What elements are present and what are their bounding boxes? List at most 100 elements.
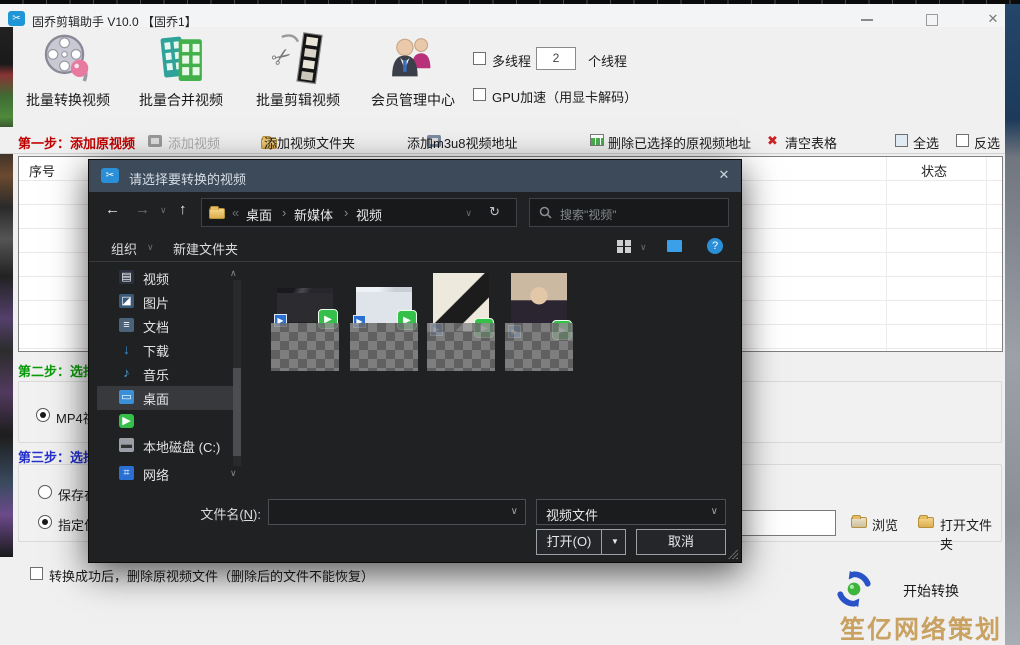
close-button[interactable]: ✕ (978, 10, 1008, 27)
file-type-dropdown-icon[interactable]: ∨ (711, 506, 718, 517)
open-folder-button[interactable]: 打开文件夹 (940, 515, 1001, 553)
resize-grip[interactable] (728, 549, 738, 559)
blurred-filename (505, 323, 573, 371)
window-title: 固乔剪辑助手 V10.0 【固乔1】 (32, 13, 197, 30)
start-convert-button[interactable]: 开始转换 (830, 568, 1000, 613)
breadcrumb-separator: › (276, 205, 292, 220)
film-merge-icon (125, 30, 237, 88)
batch-merge-button[interactable]: 批量合并视频 (125, 30, 237, 126)
sidebar-label: 下载 (143, 341, 169, 360)
up-icon[interactable]: ↑ (179, 201, 187, 218)
batch-convert-button[interactable]: 批量转换视频 (12, 30, 124, 126)
sidebar-item-downloads[interactable]: ↓ 下载 (97, 338, 233, 362)
browse-button[interactable]: 浏览 (872, 515, 898, 534)
delete-after-label: 转换成功后，删除原视频文件（删除后的文件不能恢复） (49, 566, 374, 585)
sidebar-scrollbar[interactable] (233, 280, 241, 466)
gpu-label: GPU加速（用显卡解码） (492, 87, 637, 106)
maximize-button[interactable] (916, 10, 946, 27)
sidebar-label: 音乐 (143, 365, 169, 384)
file-item-2[interactable]: ▶ ▶ (348, 268, 420, 410)
select-all-label[interactable]: 全选 (913, 133, 939, 152)
delete-after-checkbox[interactable] (30, 567, 43, 580)
open-button-label: 打开(O) (537, 530, 601, 554)
sidebar-label: 本地磁盘 (C:) (143, 437, 220, 456)
cancel-button[interactable]: 取消 (636, 529, 726, 555)
filename-dropdown-icon[interactable]: ∨ (511, 506, 518, 517)
dialog-close-button[interactable]: ✕ (711, 167, 737, 185)
address-dropdown-icon[interactable]: ∨ (465, 208, 472, 219)
add-video-folder-button[interactable]: 添加视频文件夹 (264, 133, 355, 152)
file-item-1[interactable]: ▶ ▶ (269, 268, 341, 410)
sidebar-item-green-app[interactable]: ▶ (97, 410, 233, 434)
sidebar-label: 文档 (143, 317, 169, 336)
address-folder-icon (209, 208, 225, 219)
history-chevron-icon[interactable]: ∨ (160, 205, 167, 216)
breadcrumb-new-media[interactable]: 新媒体 (294, 205, 333, 224)
member-center-button[interactable]: 会员管理中心 (357, 30, 469, 126)
file-item-3[interactable]: ▶ ▶ (425, 268, 497, 410)
address-bar[interactable]: « 桌面 › 新媒体 › 视频 ∨ ↻ (201, 198, 517, 227)
sidebar-item-pictures[interactable]: ◪ 图片 (97, 290, 233, 314)
custom-location-radio[interactable] (38, 515, 52, 529)
view-thumbnails-icon[interactable] (617, 240, 631, 253)
minimize-button[interactable] (852, 10, 882, 27)
batch-cut-button[interactable]: ✂ 批量剪辑视频 (242, 30, 354, 126)
view-chevron-icon[interactable]: ∨ (640, 242, 647, 253)
open-dropdown-icon[interactable]: ▼ (605, 530, 625, 554)
sidebar-item-documents[interactable]: ≡ 文档 (97, 314, 233, 338)
members-icon (357, 30, 469, 88)
pictures-icon: ◪ (119, 294, 134, 308)
invert-select-label[interactable]: 反选 (974, 133, 1000, 152)
delete-selected-button[interactable]: 删除已选择的原视频地址 (608, 133, 751, 152)
sidebar-scroll-down-icon[interactable]: ∨ (230, 468, 237, 479)
breadcrumb-videos[interactable]: 视频 (356, 205, 382, 224)
sidebar-item-network[interactable]: ⌗ 网络 (97, 462, 233, 486)
dialog-app-icon: ✂ (101, 168, 119, 183)
back-icon[interactable]: ← (105, 201, 120, 218)
sidebar-item-local-disk[interactable]: ▬ 本地磁盘 (C:) (97, 434, 233, 458)
sidebar-item-desktop[interactable]: ▭ 桌面 (97, 386, 233, 410)
save-original-radio[interactable] (38, 485, 52, 499)
start-convert-icon (835, 570, 873, 613)
sidebar-item-music[interactable]: ♪ 音乐 (97, 362, 233, 386)
sidebar-scrollbar-thumb[interactable] (233, 368, 241, 456)
search-box[interactable]: 搜索"视频" (529, 198, 729, 227)
mp4-radio[interactable] (36, 408, 50, 422)
dialog-command-bar: 组织 ∨ 新建文件夹 ∨ ? (89, 232, 741, 262)
browse-icon (851, 517, 867, 528)
gpu-checkbox[interactable] (473, 88, 486, 101)
open-button[interactable]: 打开(O) ▼ (536, 529, 626, 555)
new-folder-button[interactable]: 新建文件夹 (173, 239, 238, 258)
disk-icon: ▬ (119, 438, 134, 452)
breadcrumb-desktop[interactable]: 桌面 (246, 205, 272, 224)
clear-table-button[interactable]: 清空表格 (785, 133, 837, 152)
add-video-button[interactable]: 添加视频 (168, 133, 220, 152)
breadcrumb-prefix: « (232, 205, 239, 220)
add-m3u8-button[interactable]: 添加m3u8视频地址 (407, 133, 518, 152)
thread-count-input[interactable]: 2 (536, 47, 576, 70)
file-type-value: 视频文件 (546, 505, 598, 524)
video-thumbnail: ▶ ▶ (356, 287, 412, 323)
multithread-checkbox[interactable] (473, 52, 486, 65)
select-all-checkbox[interactable] (895, 134, 908, 147)
filename-input[interactable]: ∨ (268, 499, 526, 525)
sidebar-label: 视频 (143, 269, 169, 288)
downloads-icon: ↓ (119, 342, 134, 356)
preview-pane-icon[interactable] (667, 240, 682, 252)
file-item-4[interactable]: ▶ ▶ (503, 268, 575, 410)
sidebar-item-videos[interactable]: ▤ 视频 (97, 266, 233, 290)
sidebar-label: 网络 (143, 465, 169, 484)
help-icon[interactable]: ? (707, 238, 723, 254)
refresh-icon[interactable]: ↻ (489, 204, 500, 220)
invert-select-checkbox[interactable] (956, 134, 969, 147)
forward-icon[interactable]: → (135, 201, 150, 218)
dialog-titlebar: ✂ 请选择要转换的视频 ✕ (89, 160, 741, 192)
watermark: 笙亿网络策划 (838, 610, 1002, 645)
film-reel-icon (12, 30, 124, 88)
organize-button[interactable]: 组织 (111, 239, 137, 258)
column-header-index: 序号 (29, 161, 55, 180)
screen: ✂ 固乔剪辑助手 V10.0 【固乔1】 ✕ 批量转换视频 (0, 0, 1020, 645)
file-type-select[interactable]: 视频文件 ∨ (536, 499, 726, 525)
sidebar-scroll-up-icon[interactable]: ∧ (230, 268, 237, 279)
filename-label: 文件名(N): (197, 504, 261, 523)
